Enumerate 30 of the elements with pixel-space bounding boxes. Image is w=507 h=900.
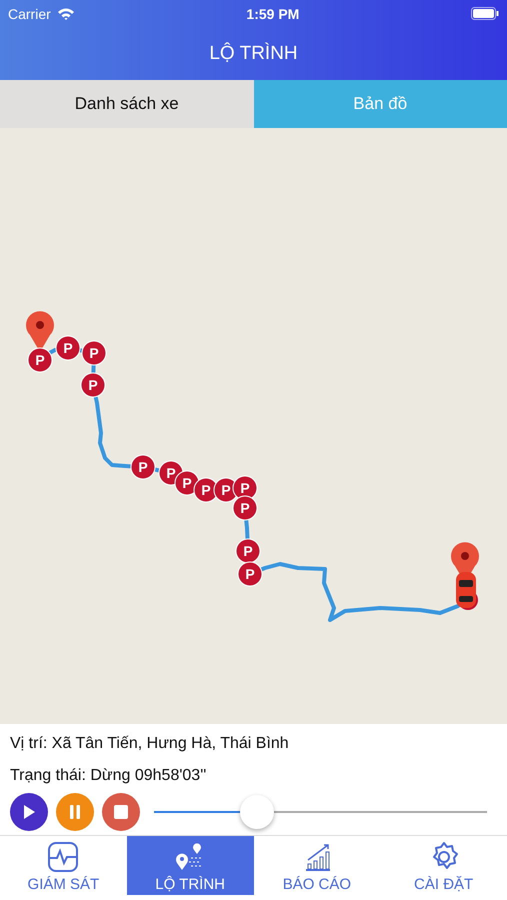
stop-icon <box>113 804 129 820</box>
play-icon <box>22 804 36 820</box>
tab-bar-item[interactable]: LỘ TRÌNH <box>126 836 254 895</box>
segment-tab[interactable]: Danh sách xe <box>0 80 254 128</box>
tab-bar-label: CÀI ĐẶT <box>414 876 474 893</box>
location-text: Vị trí: Xã Tân Tiến, Hưng Hà, Thái Bình <box>10 734 290 754</box>
car-icon <box>456 572 478 610</box>
stop-button[interactable] <box>102 793 140 831</box>
slider-thumb[interactable] <box>240 795 274 829</box>
tab-bar-label: BÁO CÁO <box>282 876 352 893</box>
wifi-icon <box>56 7 75 20</box>
tab-bar-label: LỘ TRÌNH <box>155 876 225 893</box>
status-text: Trạng thái: Dừng 09h58'03'' <box>10 766 208 786</box>
tab-bar-label: GIÁM SÁT <box>28 876 100 893</box>
pause-icon <box>69 805 81 819</box>
play-button[interactable] <box>10 793 48 831</box>
screen-title: LỘ TRÌNH <box>208 41 299 66</box>
parking-marker[interactable]: P <box>238 562 262 586</box>
status-time: 1:59 PM <box>246 6 300 22</box>
carrier-label: Carrier <box>8 6 51 22</box>
parking-marker[interactable]: P <box>82 340 106 366</box>
parking-marker[interactable]: P <box>56 336 80 360</box>
battery-icon <box>470 7 499 20</box>
parking-marker[interactable]: P <box>28 348 52 372</box>
parking-marker[interactable]: P <box>232 496 258 520</box>
parking-marker[interactable]: P <box>236 538 260 564</box>
pulse-icon <box>46 840 80 874</box>
parking-marker[interactable]: P <box>130 454 156 480</box>
parking-marker[interactable]: P <box>80 372 106 398</box>
pause-button[interactable] <box>56 793 94 831</box>
